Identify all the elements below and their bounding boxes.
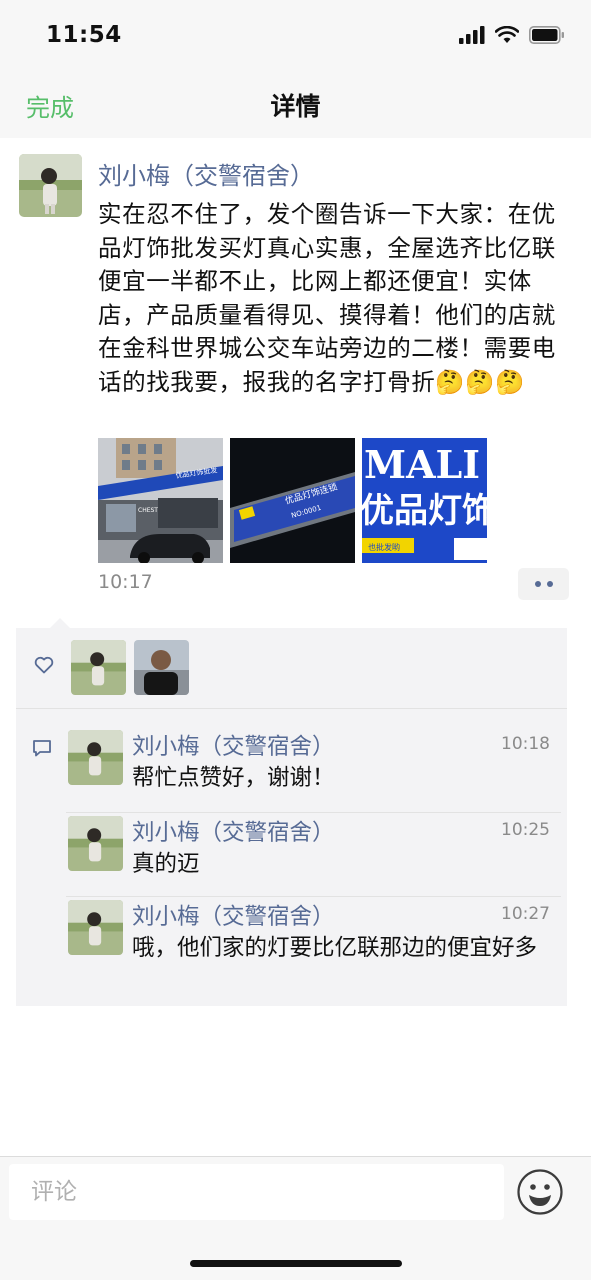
signal-icon [459,26,485,44]
banner-top-text: MALI [364,442,480,487]
heart-outline-icon [34,656,54,674]
comment-text: 哦，他们家的灯要比亿联那边的便宜好多 [132,935,538,961]
dot [546,581,553,587]
battery-icon [529,26,564,44]
comment-item[interactable]: 刘小梅（交警宿舍） 10:27 哦，他们家的灯要比亿联那边的便宜好多 [66,900,556,1000]
dot [534,581,541,587]
author-avatar[interactable] [19,154,82,217]
status-bar: 11:54 [0,0,591,72]
author-name[interactable]: 刘小梅（交警宿舍） [98,156,314,191]
comment-time: 10:25 [501,820,550,840]
post-text: 实在忍不住了，发个圈告诉一下大家：在优品灯饰批发买灯真心实惠，全屋选齐比亿联便宜… [98,200,556,396]
comment-time: 10:18 [501,734,550,754]
divider [66,812,561,813]
interaction-panel: 刘小梅（交警宿舍） 10:18 帮忙点赞好，谢谢！ 刘小梅（交警宿舍） 10:2… [16,618,567,1006]
commenter-avatar[interactable] [68,730,123,785]
commenter-avatar[interactable] [68,900,123,955]
wifi-icon [495,26,519,43]
comment-input[interactable] [9,1164,504,1220]
page-title: 详情 [270,92,321,121]
post-time: 10:17 [98,571,153,593]
banner-sub-text: 也批发哟 [368,542,400,552]
commenter-name[interactable]: 刘小梅（交警宿舍） [132,729,335,761]
storefront-store-text: CHEST [138,507,158,514]
comment-time: 10:27 [501,904,550,924]
smiley-face-icon[interactable] [516,1168,564,1216]
moment-detail: 刘小梅（交警宿舍） 实在忍不住了，发个圈告诉一下大家：在优品灯饰批发买灯真心实惠… [0,138,591,1156]
liker-avatar[interactable] [134,640,189,695]
status-time: 11:54 [46,22,122,48]
home-indicator [190,1260,402,1267]
comment-item[interactable]: 刘小梅（交警宿舍） 10:18 帮忙点赞好，谢谢！ [66,730,556,800]
panel-arrow [50,618,70,628]
nav-bar: 完成 详情 [0,72,591,138]
sign-closeup-photo[interactable]: 优品灯饰连锁 NO:0001 [230,438,355,563]
commenter-avatar[interactable] [68,816,123,871]
comment-item[interactable]: 刘小梅（交警宿舍） 10:25 真的迈 [66,816,556,886]
comment-bar [0,1156,591,1280]
banner-main-text: 优品灯饰 [362,491,487,531]
more-actions-button[interactable] [518,568,569,600]
banner-photo[interactable]: MALI 优品灯饰 也批发哟 [362,438,487,563]
storefront-photo[interactable]: 优品灯饰批发 CHEST [98,438,223,563]
divider [16,708,567,709]
commenter-name[interactable]: 刘小梅（交警宿舍） [132,899,335,931]
comment-bubble-icon [33,740,51,757]
status-icons [459,26,565,44]
comment-text: 真的迈 [132,851,200,877]
liker-avatar[interactable] [71,640,126,695]
comment-text: 帮忙点赞好，谢谢！ [132,765,335,791]
commenter-name[interactable]: 刘小梅（交警宿舍） [132,815,335,847]
divider [66,896,561,897]
